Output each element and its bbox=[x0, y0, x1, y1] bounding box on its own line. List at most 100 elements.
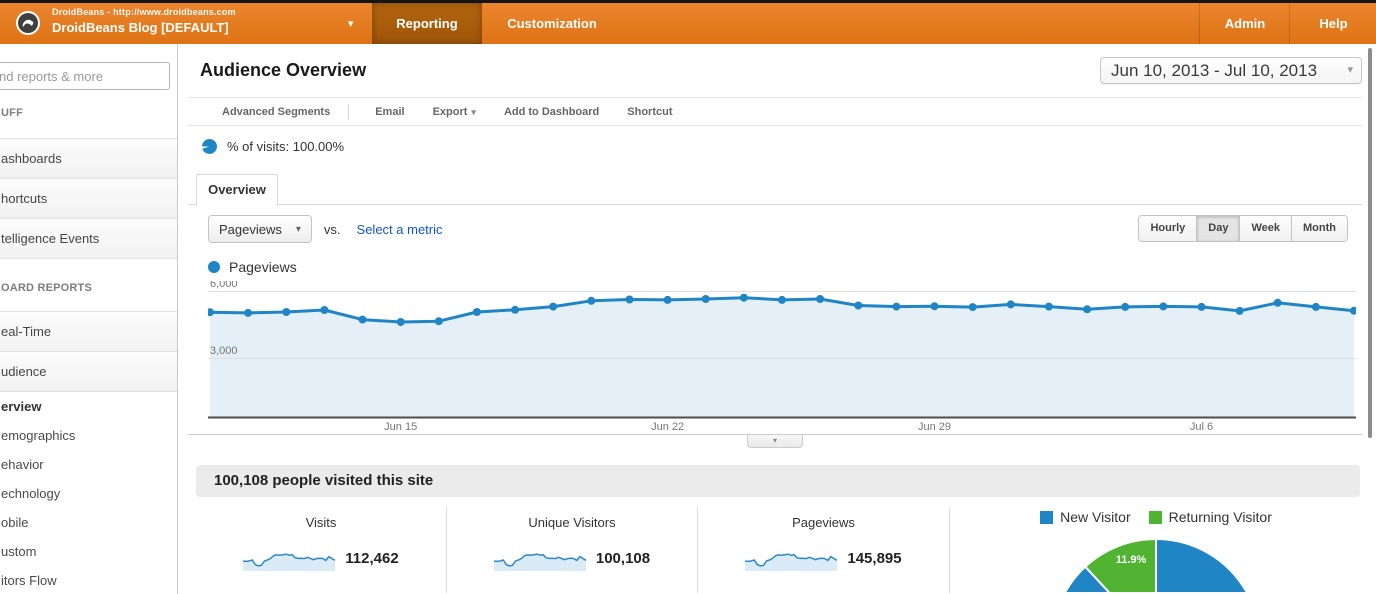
window-top-strip bbox=[0, 0, 1376, 3]
pageviews-legend-dot bbox=[208, 261, 220, 273]
visitor-pie-chart: 11.9% bbox=[1046, 533, 1266, 592]
account-property-switcher[interactable]: DroidBeans - http://www.droidbeans.com D… bbox=[52, 7, 236, 35]
chevron-down-icon: ▾ bbox=[1347, 58, 1353, 83]
chart-legend: Pageviews bbox=[208, 259, 1362, 275]
toolbar-divider bbox=[348, 104, 349, 120]
legend-label: Returning Visitor bbox=[1169, 509, 1272, 525]
legend-label: New Visitor bbox=[1060, 509, 1131, 525]
window-scrollbar bbox=[1364, 44, 1376, 594]
granularity-button-group: Hourly Day Week Month bbox=[1138, 215, 1348, 242]
metric-value: 112,462 bbox=[345, 550, 398, 567]
segment-pie-icon bbox=[202, 139, 217, 154]
granularity-month-button[interactable]: Month bbox=[1291, 216, 1347, 241]
report-search-box bbox=[0, 62, 170, 90]
sidebar-item-technology[interactable]: echnology bbox=[0, 479, 177, 508]
svg-text:11.9%: 11.9% bbox=[1116, 554, 1147, 566]
sidebar-item-demographics[interactable]: emographics bbox=[0, 421, 177, 450]
svg-text:Jun 15: Jun 15 bbox=[384, 421, 417, 433]
visitors-summary-banner: 100,108 people visited this site bbox=[196, 465, 1360, 497]
sidebar-item-mobile[interactable]: obile bbox=[0, 508, 177, 537]
legend-returning-visitor: Returning Visitor bbox=[1149, 509, 1272, 525]
segment-label: % of visits: 100.00% bbox=[227, 139, 344, 154]
segment-bar: % of visits: 100.00% bbox=[188, 126, 1362, 166]
sidebar-item-custom[interactable]: ustom bbox=[0, 537, 177, 566]
chart-bottom-rule: ▾ bbox=[188, 434, 1362, 449]
metric-selector-dropdown[interactable]: Pageviews ▾ bbox=[208, 215, 312, 243]
admin-link[interactable]: Admin bbox=[1199, 3, 1290, 44]
app-window: DroidBeans - http://www.droidbeans.com D… bbox=[0, 0, 1376, 594]
summary-metrics-row: Visits 112,462 Unique Visitors 100,108 P… bbox=[188, 507, 1362, 594]
advanced-segments-button[interactable]: Advanced Segments bbox=[222, 106, 330, 118]
tab-overview[interactable]: Overview bbox=[196, 174, 278, 206]
legend-new-visitor: New Visitor bbox=[1040, 509, 1131, 525]
timeline-chart-area: 3,000 6,000 Jun 15 Jun 22 Jun 29 Jul 6 bbox=[208, 281, 1356, 433]
metric-pageviews: Pageviews 145,895 bbox=[698, 507, 950, 593]
pageviews-sparkline bbox=[745, 545, 837, 571]
report-tab-row: Overview bbox=[188, 175, 1362, 205]
chevron-down-icon: ▾ bbox=[296, 224, 301, 235]
add-to-dashboard-button[interactable]: Add to Dashboard bbox=[504, 106, 599, 118]
export-button[interactable]: Export▾ bbox=[433, 106, 476, 118]
sidebar-item-overview[interactable]: erview bbox=[0, 392, 177, 421]
metric-visits: Visits 112,462 bbox=[196, 507, 447, 593]
tab-customization[interactable]: Customization bbox=[482, 3, 622, 44]
sidebar-section-list: ashboards hortcuts telligence Events bbox=[0, 138, 177, 259]
date-range-selector[interactable]: Jun 10, 2013 - Jul 10, 2013 ▾ bbox=[1100, 57, 1362, 84]
visitor-type-block: New Visitor Returning Visitor 11.9% bbox=[950, 507, 1362, 592]
sidebar-item-shortcuts[interactable]: hortcuts bbox=[0, 179, 177, 219]
vs-label: vs. bbox=[324, 222, 341, 237]
report-toolbar: Advanced Segments Email Export▾ Add to D… bbox=[188, 97, 1362, 126]
sidebar-item-intelligence-events[interactable]: telligence Events bbox=[0, 219, 177, 259]
account-label: DroidBeans - http://www.droidbeans.com bbox=[52, 7, 236, 17]
sidebar-item-real-time[interactable]: eal-Time bbox=[0, 312, 177, 352]
svg-text:3,000: 3,000 bbox=[210, 345, 238, 357]
chevron-down-icon: ▾ bbox=[348, 17, 354, 30]
sidebar-sub-list: erview emographics ehavior echnology obi… bbox=[0, 392, 177, 594]
chevron-down-icon: ▾ bbox=[471, 107, 476, 117]
help-link[interactable]: Help bbox=[1289, 3, 1376, 44]
svg-text:Jun 22: Jun 22 bbox=[651, 421, 684, 433]
select-metric-link[interactable]: Select a metric bbox=[357, 222, 443, 237]
globe-icon bbox=[18, 13, 38, 33]
top-navigation-bar: DroidBeans - http://www.droidbeans.com D… bbox=[0, 0, 1376, 44]
sidebar-section-list: eal-Time udience bbox=[0, 311, 177, 392]
analytics-logo-icon[interactable] bbox=[16, 11, 40, 35]
sidebar: UFF ashboards hortcuts telligence Events… bbox=[0, 44, 178, 594]
main-content: Audience Overview Jun 10, 2013 - Jul 10,… bbox=[188, 44, 1362, 594]
sidebar-section-header: UFF bbox=[1, 102, 177, 124]
sidebar-item-audience[interactable]: udience bbox=[0, 352, 177, 392]
shortcut-button[interactable]: Shortcut bbox=[627, 106, 672, 118]
granularity-hourly-button[interactable]: Hourly bbox=[1139, 216, 1196, 241]
visits-sparkline bbox=[243, 545, 335, 571]
scrollbar-thumb[interactable] bbox=[1368, 48, 1372, 438]
sidebar-section-header: OARD REPORTS bbox=[1, 277, 177, 299]
sidebar-item-visitors-flow[interactable]: itors Flow bbox=[0, 566, 177, 594]
granularity-week-button[interactable]: Week bbox=[1239, 216, 1291, 241]
timeline-collapse-handle[interactable]: ▾ bbox=[747, 435, 803, 448]
metric-label: Unique Visitors bbox=[447, 515, 697, 530]
pie-legend: New Visitor Returning Visitor bbox=[950, 509, 1362, 525]
email-button[interactable]: Email bbox=[375, 106, 404, 118]
pageviews-chart: 3,000 6,000 Jun 15 Jun 22 Jun 29 Jul 6 bbox=[208, 281, 1356, 433]
metric-value: 100,108 bbox=[596, 550, 650, 567]
property-label: DroidBeans Blog [DEFAULT] bbox=[52, 20, 236, 35]
metric-unique-visitors: Unique Visitors 100,108 bbox=[447, 507, 698, 593]
metric-selector-value: Pageviews bbox=[219, 222, 282, 237]
returning-visitor-swatch bbox=[1149, 511, 1162, 524]
new-visitor-swatch bbox=[1040, 511, 1053, 524]
svg-text:Jun 29: Jun 29 bbox=[918, 421, 951, 433]
pageviews-legend-label: Pageviews bbox=[229, 259, 297, 275]
date-range-text: Jun 10, 2013 - Jul 10, 2013 bbox=[1111, 58, 1361, 83]
chart-controls-row: Pageviews ▾ vs. Select a metric Hourly D… bbox=[208, 215, 1362, 243]
granularity-day-button[interactable]: Day bbox=[1196, 216, 1239, 241]
tab-row-divider bbox=[188, 204, 1362, 205]
tab-reporting[interactable]: Reporting bbox=[372, 3, 482, 44]
sidebar-item-dashboards[interactable]: ashboards bbox=[0, 139, 177, 179]
unique-visitors-sparkline bbox=[494, 545, 586, 571]
metric-value: 145,895 bbox=[847, 550, 901, 567]
svg-text:Jul 6: Jul 6 bbox=[1190, 421, 1213, 433]
metric-label: Pageviews bbox=[698, 515, 949, 530]
search-input[interactable] bbox=[0, 63, 169, 89]
svg-text:6,000: 6,000 bbox=[210, 281, 238, 290]
sidebar-item-behavior[interactable]: ehavior bbox=[0, 450, 177, 479]
